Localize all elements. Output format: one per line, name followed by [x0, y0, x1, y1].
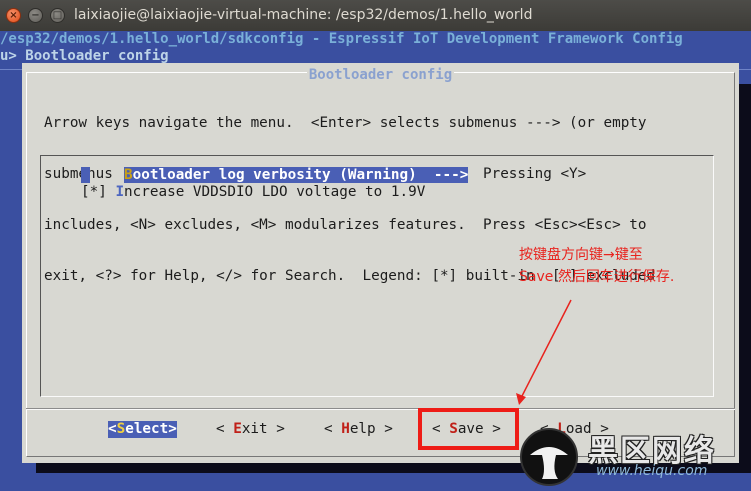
watermark-logo-icon: [520, 428, 578, 486]
annotation-arrow-icon: [516, 299, 572, 405]
save-highlight-box: [418, 408, 519, 450]
watermark-url: www.heiqu.com: [596, 463, 708, 479]
